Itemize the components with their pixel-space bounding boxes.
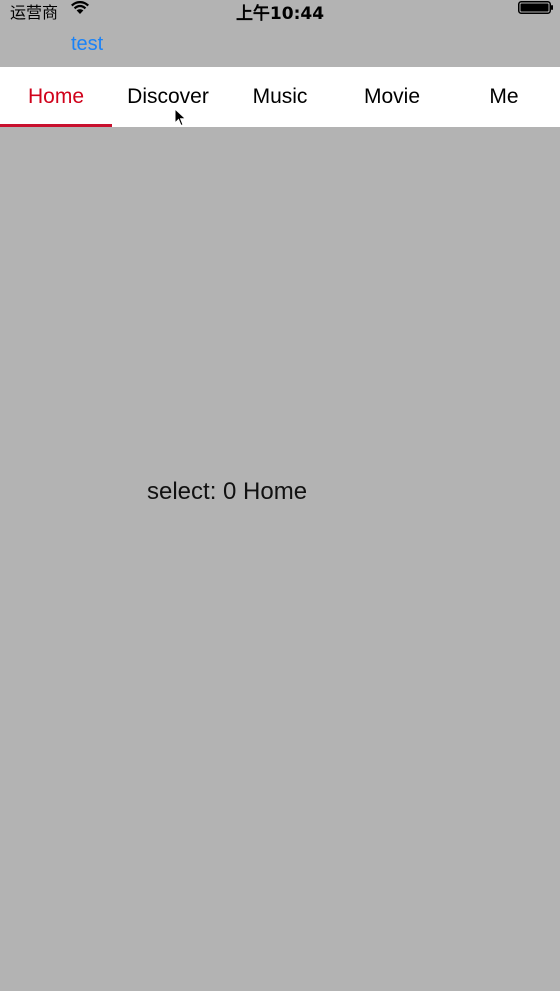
- active-tab-indicator: [0, 124, 112, 127]
- status-bar: 运营商 上午10:44: [0, 0, 560, 24]
- navigation-bar: test: [0, 20, 560, 67]
- mouse-pointer-icon: [174, 108, 187, 127]
- nav-back-button[interactable]: test: [71, 33, 103, 56]
- tab-movie[interactable]: Movie: [336, 67, 448, 127]
- tab-music[interactable]: Music: [224, 67, 336, 127]
- tab-me[interactable]: Me: [448, 67, 560, 127]
- segmented-tab-bar: Home Discover Music Movie Me: [0, 67, 560, 127]
- tab-home[interactable]: Home: [0, 67, 112, 127]
- selection-label: select: 0 Home: [147, 478, 308, 505]
- battery-icon: [518, 1, 553, 14]
- tab-discover[interactable]: Discover: [112, 67, 224, 127]
- app-screen: 运营商 上午10:44 test Home Discover Music Mov…: [0, 0, 560, 991]
